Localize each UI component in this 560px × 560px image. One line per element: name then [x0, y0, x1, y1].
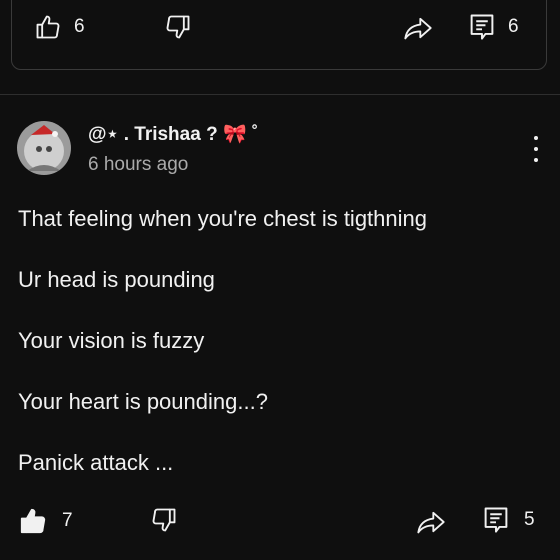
thumbs-up-icon	[20, 508, 46, 534]
comment-timestamp: 6 hours ago	[88, 154, 189, 175]
comment-text-line: Your heart is pounding...?	[18, 389, 268, 414]
comment-text-line: Your vision is fuzzy	[18, 328, 205, 353]
like-button[interactable]: 7	[18, 506, 73, 536]
reply-count: 6	[508, 16, 519, 37]
share-icon	[404, 17, 432, 40]
like-count: 6	[74, 16, 85, 37]
dislike-button[interactable]	[150, 506, 178, 534]
reply-button[interactable]: 5	[482, 505, 535, 535]
share-button[interactable]	[416, 508, 446, 536]
comment-text-line: That feeling when you're chest is tigthn…	[18, 206, 427, 231]
share-icon	[417, 511, 445, 534]
reply-button[interactable]: 6	[468, 12, 519, 42]
share-button[interactable]	[403, 14, 433, 42]
reply-count: 5	[524, 509, 535, 530]
avatar[interactable]	[17, 121, 71, 175]
comment-text-line: Panick attack ...	[18, 450, 174, 475]
comment-actions: 7 5	[0, 500, 560, 540]
thumbs-down-icon	[166, 15, 190, 39]
dislike-button[interactable]	[164, 13, 192, 41]
like-count: 7	[62, 510, 73, 531]
thumbs-down-icon	[152, 508, 176, 532]
author-name[interactable]: @⋆ . Trishaa ? 🎀 ˚	[88, 122, 258, 146]
divider	[0, 94, 560, 95]
comment-text-line: Ur head is pounding	[18, 267, 215, 292]
like-button[interactable]: 6	[34, 13, 85, 41]
comment-icon	[470, 14, 494, 40]
more-vertical-icon	[534, 136, 538, 140]
thumbs-up-icon	[36, 15, 60, 39]
previous-comment-actions: 6 6	[0, 7, 560, 47]
comment-icon	[484, 507, 508, 533]
avatar-image	[17, 121, 71, 175]
more-options-button[interactable]	[528, 136, 544, 162]
